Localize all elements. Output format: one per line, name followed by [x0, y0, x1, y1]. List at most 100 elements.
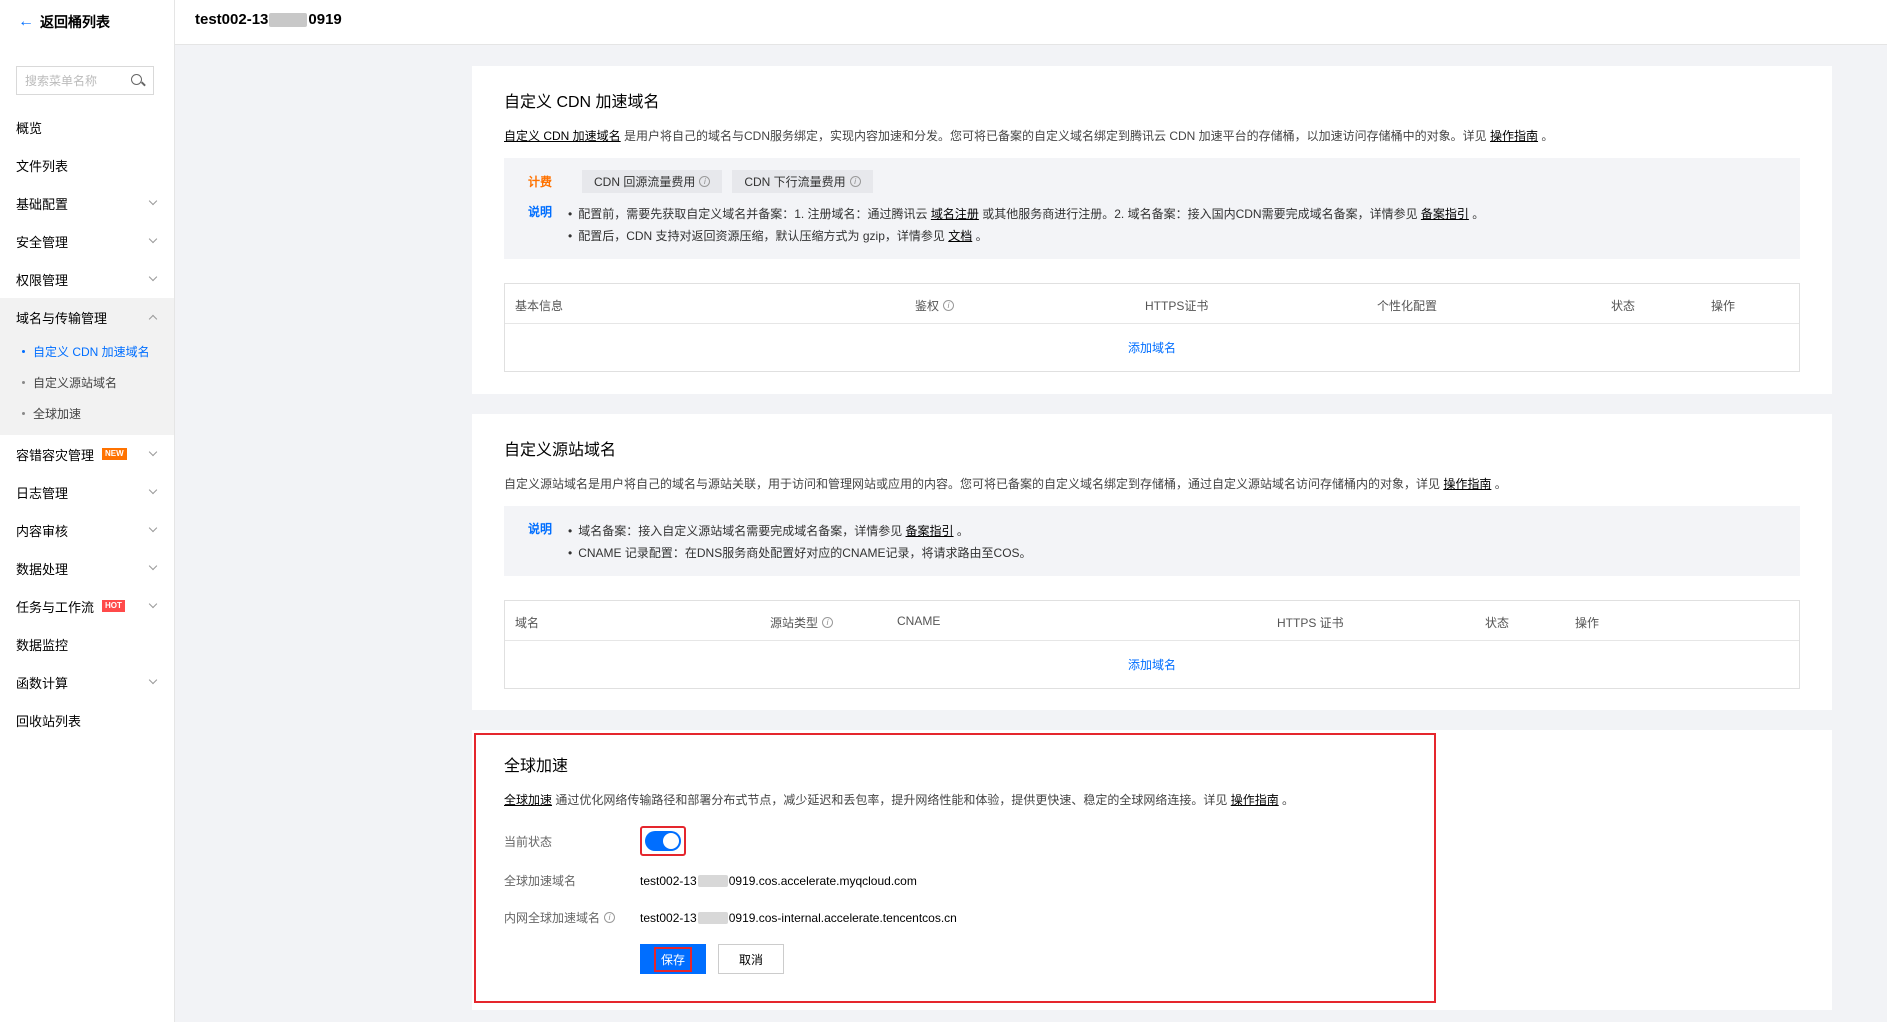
sidebar-item-functions[interactable]: 函数计算	[0, 663, 174, 701]
doc-link[interactable]: 文档	[948, 229, 972, 243]
sidebar-item-domain-transfer[interactable]: 域名与传输管理	[0, 298, 174, 336]
icp-guide-link[interactable]: 备案指引	[906, 524, 954, 538]
search-icon[interactable]	[131, 73, 145, 88]
note-label: 说明	[528, 522, 553, 536]
sidebar-submenu-domain: 自定义 CDN 加速域名 自定义源站域名 全球加速	[0, 336, 174, 435]
sidebar-item-content-review[interactable]: 内容审核	[0, 511, 174, 549]
accel-guide-link[interactable]: 操作指南	[1231, 793, 1279, 807]
note-item: CNAME 记录配置：在DNS服务商处配置好对应的CNAME记录，将请求路由至C…	[568, 542, 1031, 564]
domain-row: 全球加速域名 test002-13 0919.cos.accelerate.myq…	[504, 872, 1800, 889]
arrow-left-icon: ←	[18, 13, 34, 30]
toggle-highlight	[640, 826, 686, 856]
col-auth: 鉴权 i	[915, 297, 955, 314]
back-label: 返回桶列表	[40, 14, 110, 30]
col-actions: 操作	[1711, 299, 1736, 313]
sidebar-subitem-origin-domain[interactable]: 自定义源站域名	[0, 367, 174, 398]
info-icon[interactable]: i	[604, 912, 616, 923]
col-basic-info: 基本信息	[515, 299, 564, 313]
cdn-doc-link[interactable]: 自定义 CDN 加速域名	[504, 129, 621, 143]
accel-domain-value: test002-13 0919.cos.accelerate.myqcloud.c…	[640, 873, 917, 888]
bullet-icon	[22, 381, 25, 384]
chevron-down-icon	[148, 523, 158, 533]
sidebar-item-permissions[interactable]: 权限管理	[0, 260, 174, 298]
col-actions: 操作	[1575, 616, 1600, 630]
cdn-guide-link[interactable]: 操作指南	[1490, 129, 1538, 143]
note-list: 域名备案：接入自定义源站域名需要完成域名备案，详情参见 备案指引 。 CNAME…	[568, 520, 1032, 564]
accel-card-title: 全球加速	[504, 758, 569, 775]
bullet-icon	[22, 412, 25, 415]
sidebar-item-logs[interactable]: 日志管理	[0, 473, 174, 511]
note-item: 配置后，CDN 支持对返回资源压缩，默认压缩方式为 gzip，详情参见 文档 。	[568, 225, 1484, 247]
col-cname: CNAME	[897, 614, 941, 628]
chevron-down-icon	[148, 272, 158, 282]
sidebar-item-basic-config[interactable]: 基础配置	[0, 184, 174, 222]
add-cdn-domain-link[interactable]: 添加域名	[1128, 339, 1176, 356]
sidebar: ← 返回桶列表 概览 文件列表 基础配置 安全管理 权限管理 域名与传输管理 自…	[0, 0, 175, 1022]
chevron-down-icon	[148, 234, 158, 244]
sidebar-item-overview[interactable]: 概览	[0, 108, 174, 146]
table-body: 添加域名	[505, 641, 1799, 688]
cdn-card-title: 自定义 CDN 加速域名	[504, 94, 660, 111]
accel-doc-link[interactable]: 全球加速	[504, 793, 552, 807]
redaction-mask	[697, 874, 728, 887]
info-icon[interactable]: i	[699, 176, 711, 187]
cdn-domain-card: 自定义 CDN 加速域名 自定义 CDN 加速域名 是用户将自己的域名与CDN服…	[472, 66, 1832, 394]
col-status: 状态	[1611, 299, 1636, 313]
internal-domain-label: 内网全球加速域名 i	[504, 909, 640, 926]
menu-search[interactable]	[16, 66, 154, 95]
chevron-down-icon	[148, 599, 158, 609]
cdn-domain-table: 基本信息 鉴权 i HTTPS证书 个性化配置 状态 操作 添加域名	[504, 283, 1800, 372]
cancel-button[interactable]: 取消	[718, 944, 784, 974]
add-origin-domain-link[interactable]: 添加域名	[1128, 656, 1176, 673]
sidebar-subitem-global-accel[interactable]: 全球加速	[0, 398, 174, 429]
bucket-name: test002-13 0919	[195, 11, 342, 28]
chevron-down-icon	[148, 485, 158, 495]
sidebar-item-security[interactable]: 安全管理	[0, 222, 174, 260]
origin-description: 自定义源站域名是用户将自己的域名与源站关联，用于访问和管理网站或应用的内容。您可…	[504, 477, 1507, 491]
new-badge: NEW	[102, 448, 127, 460]
global-accel-card: 全球加速 全球加速 通过优化网络传输路径和部署分布式节点，减少延迟和丢包率，提升…	[472, 730, 1832, 1010]
fee-chip-downstream[interactable]: CDN 下行流量费用 i	[732, 170, 873, 193]
origin-guide-link[interactable]: 操作指南	[1443, 477, 1491, 491]
accel-toggle[interactable]	[645, 831, 681, 851]
info-icon[interactable]: i	[943, 300, 955, 311]
sidebar-item-files[interactable]: 文件列表	[0, 146, 174, 184]
sidebar-subitem-cdn-domain[interactable]: 自定义 CDN 加速域名	[0, 336, 174, 367]
domain-register-link[interactable]: 域名注册	[931, 207, 979, 221]
save-button[interactable]: 保存	[640, 944, 706, 974]
chevron-up-icon	[148, 314, 158, 324]
action-buttons: 保存 取消	[640, 944, 1800, 974]
redaction-mask	[697, 911, 728, 924]
chevron-down-icon	[148, 675, 158, 685]
sidebar-item-disaster-recovery[interactable]: 容错容灾管理 NEW	[0, 435, 174, 473]
sidebar-item-recycle-bin[interactable]: 回收站列表	[0, 701, 174, 739]
sidebar-item-data-processing[interactable]: 数据处理	[0, 549, 174, 587]
bullet-icon	[22, 350, 25, 353]
note-row: 说明 域名备案：接入自定义源站域名需要完成域名备案，详情参见 备案指引 。 CN…	[528, 520, 1800, 564]
table-header: 域名 源站类型 i CNAME HTTPS 证书 状态 操作	[505, 601, 1799, 641]
table-body: 添加域名	[505, 324, 1799, 371]
menu-search-input[interactable]	[25, 73, 129, 88]
info-icon[interactable]: i	[849, 176, 861, 187]
info-icon[interactable]: i	[822, 617, 834, 628]
origin-card-title: 自定义源站域名	[504, 442, 617, 459]
sidebar-item-monitoring[interactable]: 数据监控	[0, 625, 174, 663]
icp-guide-link[interactable]: 备案指引	[1421, 207, 1469, 221]
internal-domain-row: 内网全球加速域名 i test002-13 0919.cos-internal.ac…	[504, 909, 1800, 926]
note-item: 域名备案：接入自定义源站域名需要完成域名备案，详情参见 备案指引 。	[568, 520, 1032, 542]
fee-chip-origin[interactable]: CDN 回源流量费用 i	[582, 170, 723, 193]
redaction-mask	[269, 12, 308, 27]
note-label: 说明	[528, 205, 553, 219]
origin-domain-table: 域名 源站类型 i CNAME HTTPS 证书 状态 操作 添加域名	[504, 600, 1800, 689]
fee-row: 计费 CDN 回源流量费用 i CDN 下行流量费用 i	[528, 170, 1800, 193]
accel-description: 全球加速 通过优化网络传输路径和部署分布式节点，减少延迟和丢包率，提升网络性能和…	[504, 793, 1295, 807]
note-list: 配置前，需要先获取自定义域名并备案：1. 注册域名：通过腾讯云 域名注册 或其他…	[568, 203, 1484, 247]
hot-badge: HOT	[102, 600, 125, 612]
col-https: HTTPS证书	[1145, 299, 1209, 313]
domain-label: 全球加速域名	[504, 874, 577, 888]
back-to-bucket-list[interactable]: ← 返回桶列表	[18, 12, 110, 32]
sidebar-item-tasks-workflow[interactable]: 任务与工作流 HOT	[0, 587, 174, 625]
chevron-down-icon	[148, 447, 158, 457]
col-domain: 域名	[515, 616, 540, 630]
status-row: 当前状态	[504, 826, 1800, 856]
